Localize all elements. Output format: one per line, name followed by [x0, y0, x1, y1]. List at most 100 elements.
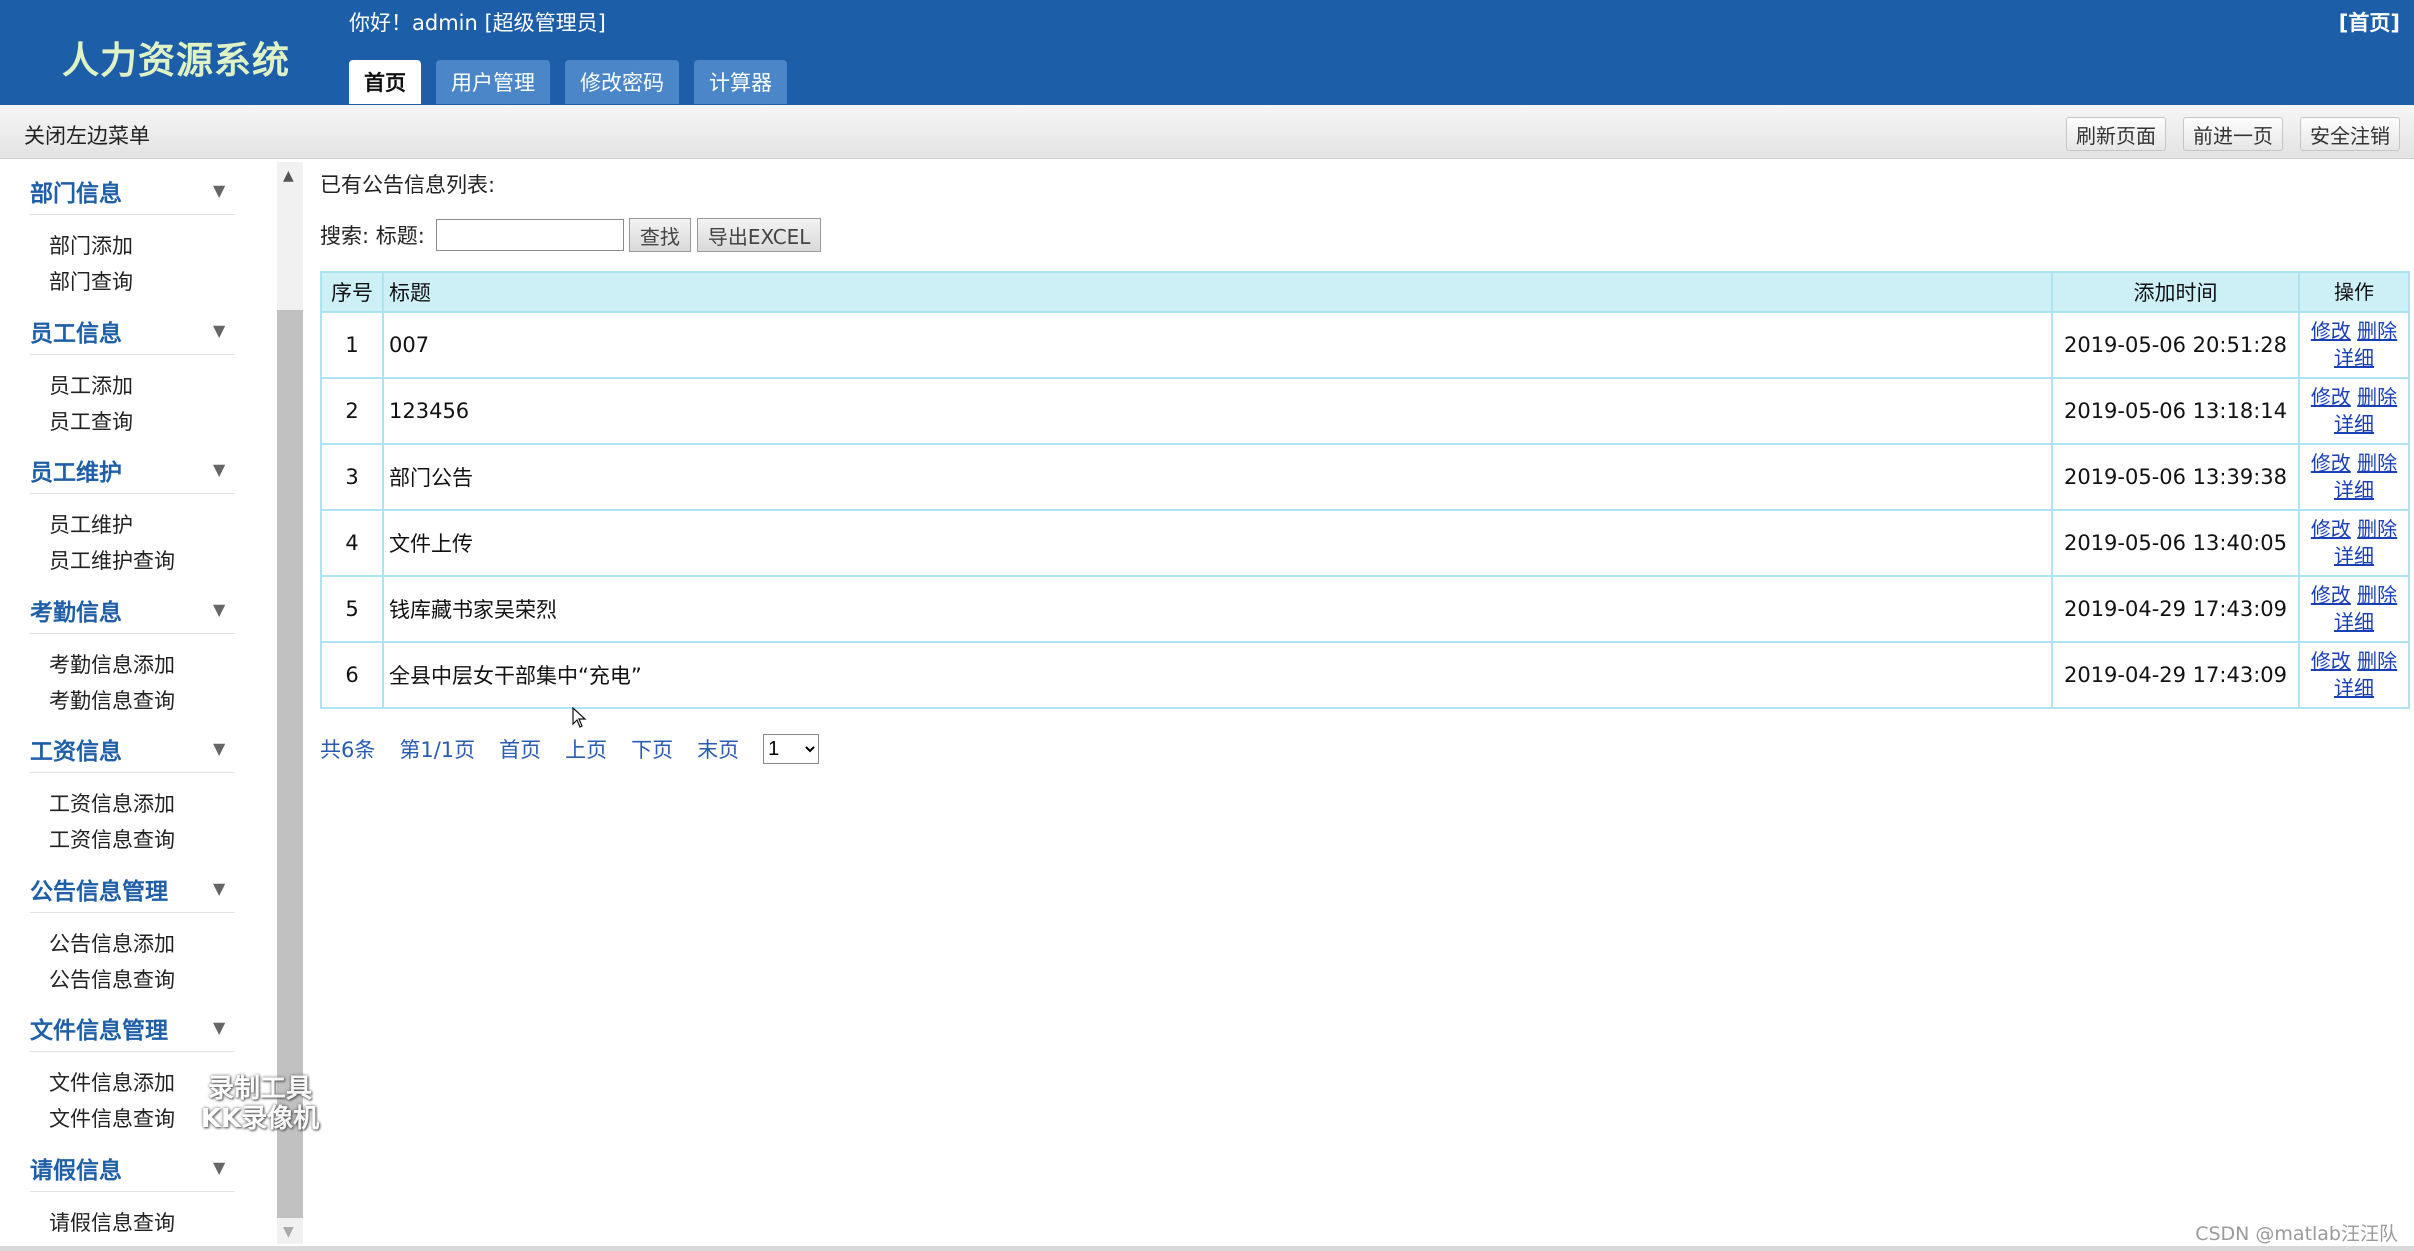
home-link[interactable]: [首页] [2339, 7, 2400, 37]
menu-item-leave-query[interactable]: 请假信息查询 [49, 1207, 175, 1237]
logout-button[interactable]: 安全注销 [2300, 117, 2400, 151]
forward-page-button[interactable]: 前进一页 [2183, 117, 2283, 151]
cell-actions: 修改 删除 详细 [2298, 377, 2410, 445]
menu-group-employee: 员工信息 ▼ 员工添加 员工查询 [0, 299, 275, 439]
tab-change-password[interactable]: 修改密码 [565, 60, 679, 104]
edit-link[interactable]: 修改 [2311, 319, 2351, 343]
table-row: 4 文件上传 2019-05-06 13:40:05 修改 删除 详细 [320, 509, 2410, 577]
title-search-input[interactable] [435, 219, 624, 251]
triangle-down-icon[interactable]: ▼ [213, 600, 225, 619]
delete-link[interactable]: 删除 [2357, 517, 2397, 541]
menu-item-notice-add[interactable]: 公告信息添加 [49, 928, 175, 958]
menu-item-employee-maintenance-query[interactable]: 员工维护查询 [49, 545, 175, 575]
delete-link[interactable]: 删除 [2357, 649, 2397, 673]
menu-group-title[interactable]: 员工信息 [30, 314, 122, 348]
cell-actions: 修改 删除 详细 [2298, 575, 2410, 643]
edit-link[interactable]: 修改 [2311, 649, 2351, 673]
table-row: 2 123456 2019-05-06 13:18:14 修改 删除 详细 [320, 377, 2410, 445]
export-excel-button[interactable]: 导出EXCEL [696, 218, 822, 252]
triangle-down-icon[interactable]: ▼ [213, 879, 225, 898]
triangle-down-icon[interactable]: ▼ [213, 739, 225, 758]
cell-index: 3 [320, 443, 384, 511]
delete-link[interactable]: 删除 [2357, 319, 2397, 343]
cell-index: 6 [320, 641, 384, 709]
divider [30, 1051, 235, 1052]
recorder-watermark-line2: KK录像机 [200, 1104, 320, 1134]
prev-page-link[interactable]: 上页 [565, 734, 607, 764]
divider [30, 493, 235, 494]
menu-item-attendance-add[interactable]: 考勤信息添加 [49, 649, 175, 679]
menu-group-title[interactable]: 考勤信息 [30, 593, 122, 627]
menu-item-salary-query[interactable]: 工资信息查询 [49, 824, 175, 854]
user-greeting: 你好！admin [超级管理员] [349, 11, 606, 35]
menu-group-title[interactable]: 请假信息 [30, 1151, 122, 1185]
menu-item-file-query[interactable]: 文件信息查询 [49, 1103, 175, 1133]
refresh-page-button[interactable]: 刷新页面 [2066, 117, 2166, 151]
menu-item-department-query[interactable]: 部门查询 [49, 266, 133, 296]
cell-index: 4 [320, 509, 384, 577]
tab-calculator[interactable]: 计算器 [694, 60, 787, 104]
triangle-down-icon[interactable]: ▼ [213, 321, 225, 340]
detail-link[interactable]: 详细 [2334, 412, 2374, 436]
menu-item-employee-add[interactable]: 员工添加 [49, 370, 133, 400]
scroll-down-arrow-icon[interactable]: ▼ [283, 1224, 294, 1240]
cell-index: 5 [320, 575, 384, 643]
edit-link[interactable]: 修改 [2311, 385, 2351, 409]
menu-item-salary-add[interactable]: 工资信息添加 [49, 788, 175, 818]
scroll-up-arrow-icon[interactable]: ▲ [283, 168, 294, 184]
cell-actions: 修改 删除 详细 [2298, 641, 2410, 709]
edit-link[interactable]: 修改 [2311, 583, 2351, 607]
menu-item-attendance-query[interactable]: 考勤信息查询 [49, 685, 175, 715]
menu-group-employee-maintenance: 员工维护 ▼ 员工维护 员工维护查询 [0, 438, 275, 578]
menu-group-leave: 请假信息 ▼ 请假信息查询 [0, 1136, 275, 1251]
divider [30, 911, 235, 913]
cell-title: 007 [382, 311, 2053, 379]
tab-home[interactable]: 首页 [349, 60, 421, 104]
delete-link[interactable]: 删除 [2357, 385, 2397, 409]
tab-user-management[interactable]: 用户管理 [436, 60, 550, 104]
cell-title: 文件上传 [382, 509, 2053, 577]
menu-group-title[interactable]: 公告信息管理 [30, 872, 168, 906]
page-select[interactable]: 1 [763, 734, 820, 764]
search-button[interactable]: 查找 [628, 218, 691, 252]
first-page-link[interactable]: 首页 [499, 734, 541, 764]
triangle-down-icon[interactable]: ▼ [213, 181, 225, 200]
triangle-down-icon[interactable]: ▼ [213, 1018, 225, 1037]
menu-group-title[interactable]: 员工维护 [30, 453, 122, 487]
detail-link[interactable]: 详细 [2334, 544, 2374, 568]
toolbar: 关闭左边菜单 刷新页面 前进一页 安全注销 [0, 105, 2414, 159]
menu-group-title[interactable]: 工资信息 [30, 732, 122, 766]
divider [30, 214, 235, 215]
detail-link[interactable]: 详细 [2334, 478, 2374, 502]
triangle-down-icon[interactable]: ▼ [213, 460, 225, 479]
menu-item-file-add[interactable]: 文件信息添加 [49, 1067, 175, 1097]
edit-link[interactable]: 修改 [2311, 451, 2351, 475]
cell-add-time: 2019-04-29 17:43:09 [2051, 575, 2300, 643]
delete-link[interactable]: 删除 [2357, 451, 2397, 475]
menu-item-employee-maintenance[interactable]: 员工维护 [49, 509, 133, 539]
table-header-row: 序号 标题 添加时间 操作 [320, 271, 2410, 313]
cell-actions: 修改 删除 详细 [2298, 311, 2410, 379]
cell-add-time: 2019-05-06 13:40:05 [2051, 509, 2300, 577]
bottom-edge [0, 1246, 2414, 1251]
detail-link[interactable]: 详细 [2334, 346, 2374, 370]
cell-index: 2 [320, 377, 384, 445]
menu-item-department-add[interactable]: 部门添加 [49, 230, 133, 260]
page-title: 已有公告信息列表: [320, 173, 496, 197]
menu-item-notice-query[interactable]: 公告信息查询 [49, 964, 175, 994]
close-left-menu-link[interactable]: 关闭左边菜单 [24, 120, 150, 150]
menu-group-notice: 公告信息管理 ▼ 公告信息添加 公告信息查询 [0, 857, 275, 997]
cell-add-time: 2019-04-29 17:43:09 [2051, 641, 2300, 709]
total-count: 共6条 [320, 738, 376, 762]
detail-link[interactable]: 详细 [2334, 676, 2374, 700]
edit-link[interactable]: 修改 [2311, 517, 2351, 541]
next-page-link[interactable]: 下页 [631, 734, 673, 764]
menu-item-employee-query[interactable]: 员工查询 [49, 406, 133, 436]
menu-group-title[interactable]: 文件信息管理 [30, 1011, 168, 1045]
delete-link[interactable]: 删除 [2357, 583, 2397, 607]
detail-link[interactable]: 详细 [2334, 610, 2374, 634]
triangle-down-icon[interactable]: ▼ [213, 1158, 225, 1177]
last-page-link[interactable]: 末页 [697, 734, 739, 764]
cell-add-time: 2019-05-06 20:51:28 [2051, 311, 2300, 379]
menu-group-title[interactable]: 部门信息 [30, 174, 122, 208]
